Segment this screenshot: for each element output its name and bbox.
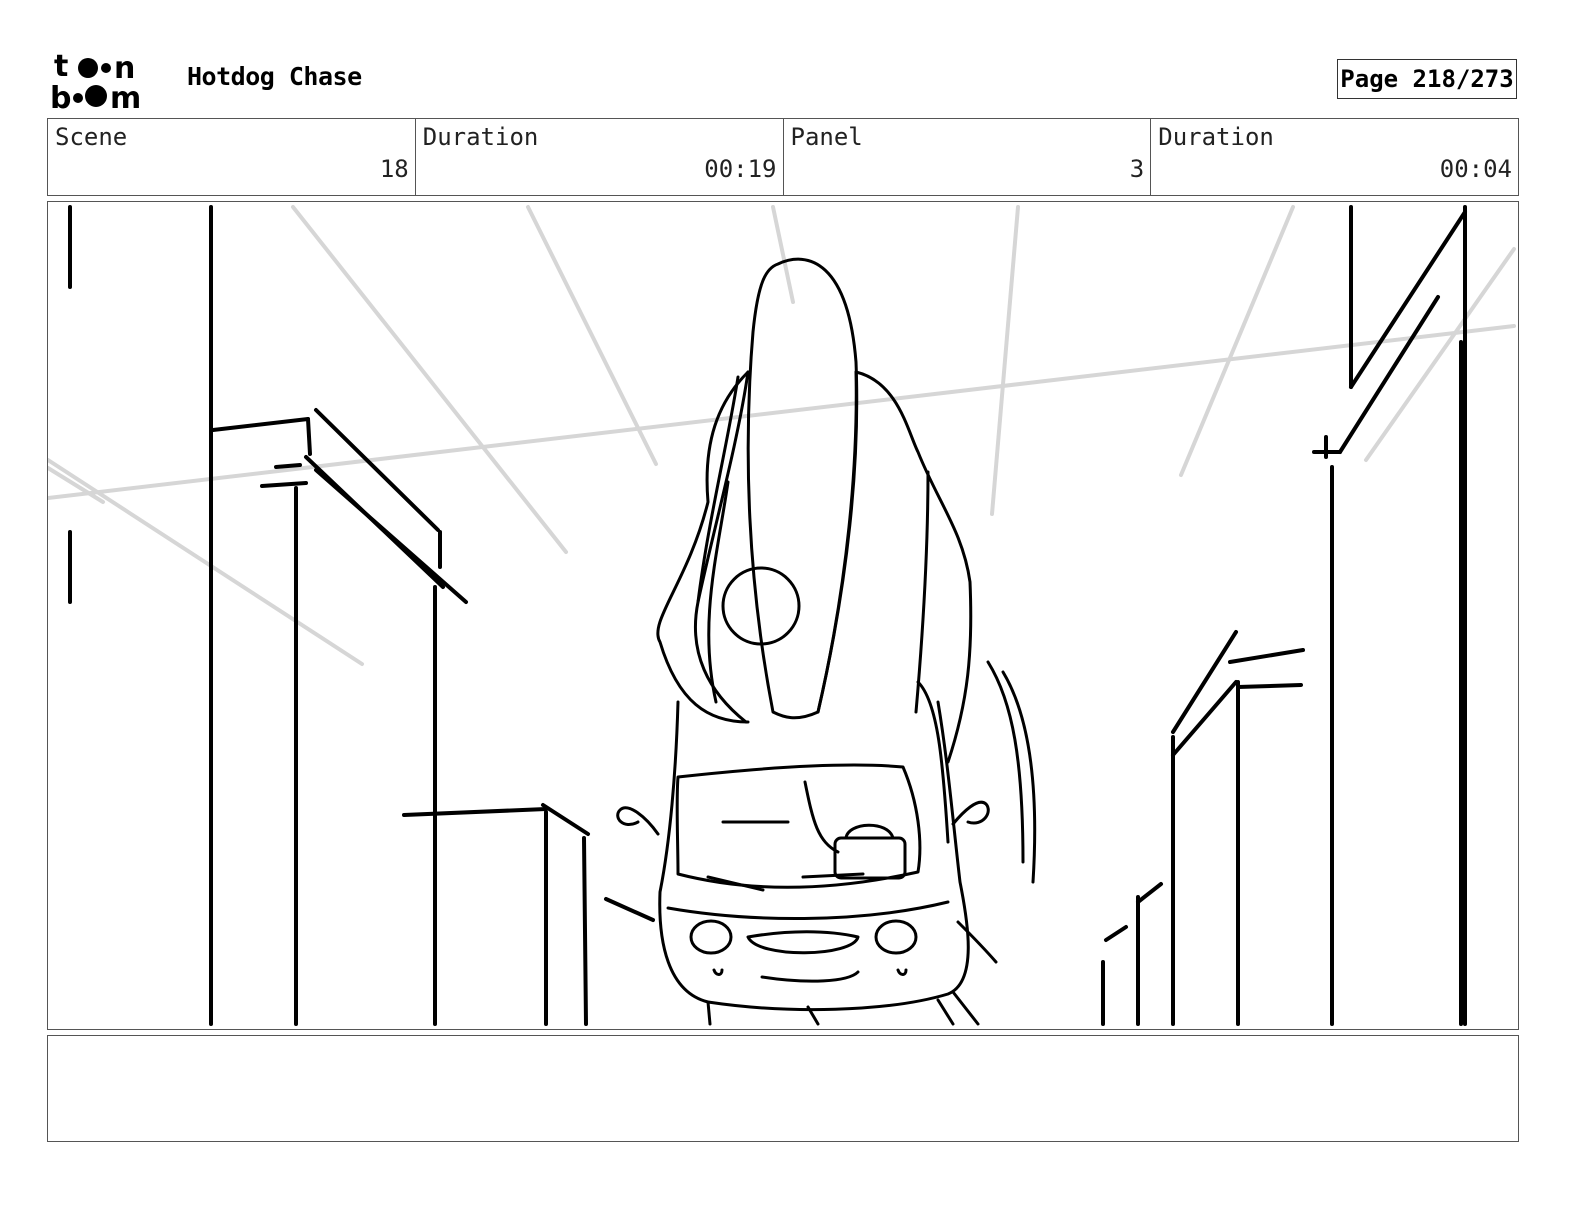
panel-info-row: Scene 18 Duration 00:19 Panel 3 Duration…	[47, 118, 1519, 196]
scene-cell: Scene 18	[48, 119, 416, 195]
project-title: Hotdog Chase	[187, 62, 362, 91]
svg-text:b: b	[50, 81, 71, 112]
caption-box	[47, 1035, 1519, 1142]
toonboom-logo: t n b m	[50, 49, 162, 116]
svg-text:t: t	[54, 50, 68, 84]
page-indicator: Page 218/273	[1337, 59, 1517, 99]
panel-duration-label: Duration	[1158, 123, 1274, 151]
storyboard-sketch-icon	[48, 205, 1516, 1026]
panel-duration-cell: Duration 00:04	[1151, 119, 1518, 195]
svg-text:m: m	[110, 81, 141, 112]
scene-duration-cell: Duration 00:19	[416, 119, 784, 195]
scene-duration-value: 00:19	[704, 155, 777, 183]
scene-duration-label: Duration	[422, 123, 539, 151]
storyboard-panel	[47, 201, 1519, 1030]
panel-value: 3	[1129, 155, 1145, 183]
panel-cell: Panel 3	[784, 119, 1152, 195]
panel-duration-value: 00:04	[1439, 155, 1512, 183]
scene-value: 18	[379, 155, 409, 183]
scene-label: Scene	[55, 123, 128, 151]
panel-label: Panel	[790, 123, 863, 151]
